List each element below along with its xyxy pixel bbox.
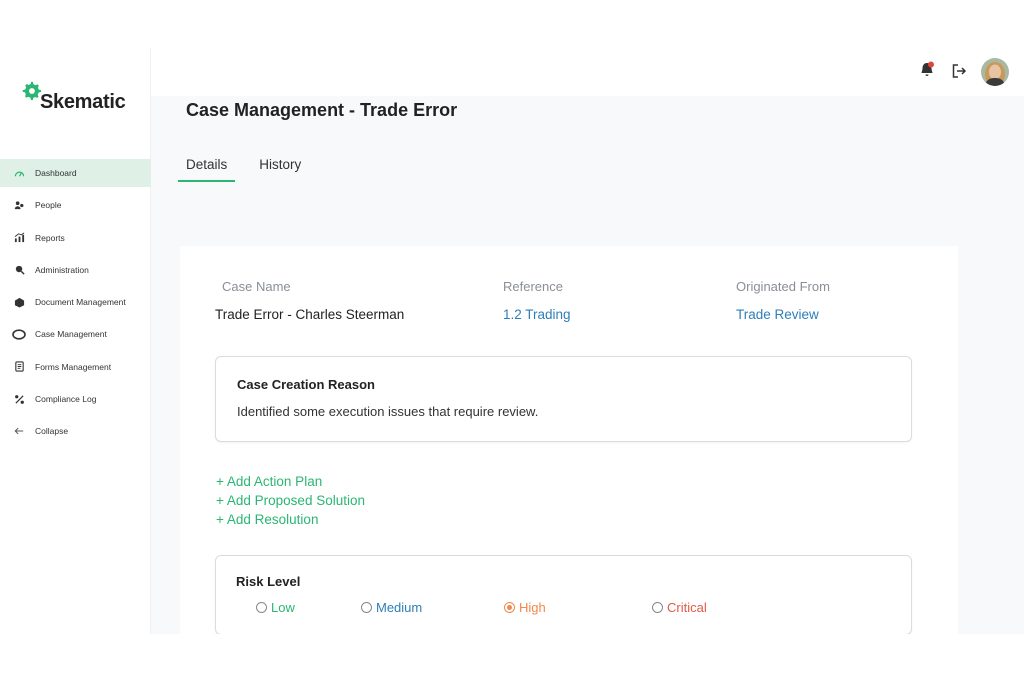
case-name-value: Trade Error - Charles Steerman	[215, 307, 405, 322]
radio-high[interactable]	[504, 602, 515, 613]
tab-details[interactable]: Details	[178, 150, 236, 182]
risk-high-label: High	[519, 600, 546, 615]
sidebar-item-label: Reports	[35, 232, 65, 243]
sidebar-item-label: Forms Management	[35, 361, 112, 372]
logout-icon[interactable]	[950, 62, 968, 80]
add-resolution-link[interactable]: + Add Resolution	[216, 512, 365, 531]
forms-icon	[12, 360, 26, 374]
case-creation-reason-title: Case Creation Reason	[237, 377, 375, 392]
people-icon	[12, 198, 26, 212]
originated-from-field: Originated From Trade Review	[736, 279, 830, 322]
tab-history[interactable]: History	[251, 150, 309, 182]
add-proposed-solution-link[interactable]: + Add Proposed Solution	[216, 493, 365, 512]
top-bar	[151, 48, 1024, 96]
sidebar-item-label: Administration	[35, 264, 89, 275]
sidebar-item-label: Dashboard	[35, 168, 77, 178]
logo[interactable]: Skematic	[20, 81, 126, 114]
sidebar-item-label: Document Management	[35, 297, 126, 308]
risk-level-title: Risk Level	[236, 574, 301, 589]
tab-bar: Details History	[178, 150, 325, 182]
sidebar-item-label: Collapse	[35, 426, 69, 437]
brand-name: Skematic	[40, 91, 126, 113]
app-window: Skematic Dashboard People Reports Admini…	[0, 48, 1024, 634]
details-card: Case Name Trade Error - Charles Steerman…	[180, 246, 958, 634]
document-icon	[12, 295, 26, 309]
sidebar-item-people[interactable]: People	[0, 191, 151, 219]
risk-level-box: Risk Level Low Medium High Critical	[215, 555, 912, 634]
arrow-left-icon	[12, 424, 26, 438]
sidebar-item-document-management[interactable]: Document Management	[0, 288, 151, 316]
originated-from-link[interactable]: Trade Review	[736, 307, 830, 322]
add-action-plan-link[interactable]: + Add Action Plan	[216, 474, 365, 493]
risk-option-low[interactable]: Low	[256, 600, 295, 615]
sidebar-item-collapse[interactable]: Collapse	[0, 417, 151, 445]
case-name-field: Case Name Trade Error - Charles Steerman	[215, 279, 404, 322]
sidebar-item-case-management[interactable]: Case Management	[0, 320, 151, 348]
gear-logo-icon	[22, 81, 42, 101]
case-name-label: Case Name	[222, 279, 291, 294]
sidebar-item-dashboard[interactable]: Dashboard	[0, 159, 151, 187]
originated-from-label: Originated From	[736, 279, 830, 294]
dashboard-icon	[12, 166, 26, 180]
reference-field: Reference 1.2 Trading	[503, 279, 571, 322]
risk-option-medium[interactable]: Medium	[361, 600, 422, 615]
sidebar-item-label: People	[35, 200, 62, 211]
case-icon	[12, 327, 26, 341]
radio-medium[interactable]	[361, 602, 372, 613]
sidebar-item-compliance-log[interactable]: Compliance Log	[0, 385, 151, 413]
administration-icon	[12, 263, 26, 277]
risk-option-critical[interactable]: Critical	[652, 600, 707, 615]
notification-bell-icon[interactable]	[918, 60, 936, 80]
case-creation-reason-text: Identified some execution issues that re…	[237, 404, 539, 419]
page-title: Case Management - Trade Error	[186, 100, 458, 120]
add-links: + Add Action Plan + Add Proposed Solutio…	[216, 474, 365, 531]
risk-option-high[interactable]: High	[504, 600, 546, 615]
case-creation-reason-box: Case Creation Reason Identified some exe…	[215, 356, 912, 442]
risk-medium-label: Medium	[376, 600, 423, 615]
sidebar-item-administration[interactable]: Administration	[0, 256, 151, 284]
reference-label: Reference	[503, 279, 563, 294]
radio-critical[interactable]	[652, 602, 663, 613]
risk-low-label: Low	[271, 600, 295, 615]
sidebar-item-label: Case Management	[35, 329, 107, 340]
risk-critical-label: Critical	[667, 600, 707, 615]
sidebar-item-reports[interactable]: Reports	[0, 224, 151, 252]
radio-low[interactable]	[256, 602, 267, 613]
reference-link[interactable]: 1.2 Trading	[503, 307, 571, 322]
sidebar-item-forms-management[interactable]: Forms Management	[0, 353, 151, 381]
sidebar: Skematic Dashboard People Reports Admini…	[0, 48, 151, 634]
reports-icon	[12, 231, 26, 245]
compliance-icon	[12, 392, 26, 406]
sidebar-nav: Dashboard People Reports Administration	[0, 159, 151, 450]
sidebar-item-label: Compliance Log	[35, 394, 97, 405]
user-avatar[interactable]	[981, 58, 1009, 86]
